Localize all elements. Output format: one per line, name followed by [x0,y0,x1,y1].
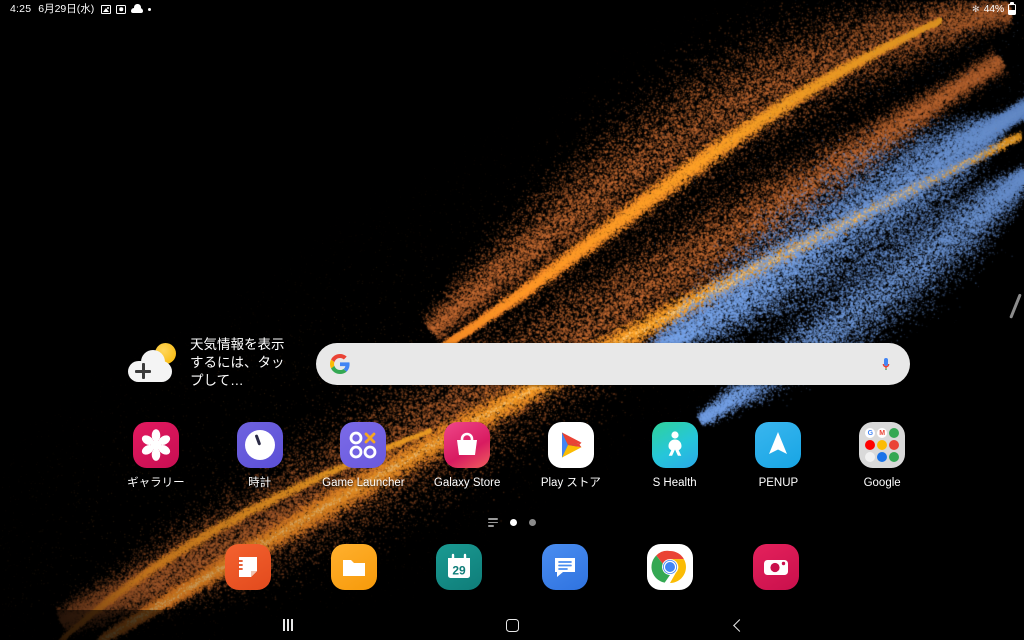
clock-hand [254,434,261,446]
google-icon: G [865,428,876,439]
calendar-day: 29 [453,564,467,578]
home-list-icon[interactable] [488,518,498,527]
app-google-folder[interactable]: G M Google [830,422,934,490]
play-store-icon [547,422,594,468]
penup-icon [755,422,802,468]
chrome-icon [647,544,694,590]
search-input[interactable] [362,356,878,372]
recents-icon[interactable] [258,610,318,640]
app-label: PENUP [758,477,799,489]
app-clock[interactable]: 時計 [208,422,312,490]
dock-item-messages[interactable] [539,544,591,590]
app-galaxy-store[interactable]: Galaxy Store [415,422,519,490]
folder-icon [330,544,377,590]
message-icon [541,544,588,590]
app-label: ギャラリー [127,477,185,489]
notes-icon [225,544,271,590]
status-date: 6月29日(水) [38,2,95,15]
weather-widget[interactable]: 天気情報を表示するには、タップして… [128,336,285,390]
app-label: 時計 [248,477,272,489]
calendar-icon: 29 [436,544,483,590]
clock-icon [236,422,283,468]
cloud-plus-sun-icon [128,342,178,384]
home-icon[interactable] [482,610,542,640]
camera-icon [752,544,799,590]
screenshot-icon [116,4,127,14]
page-dot-2[interactable] [529,519,536,526]
galaxy-store-icon [444,422,491,468]
cloud-icon [131,4,144,13]
battery-icon [1008,3,1016,15]
photo-icon [101,4,112,14]
photos-icon [888,451,900,462]
s-health-icon [651,422,698,468]
clock-face [244,430,275,460]
gmail-icon: M [876,428,888,439]
drive-icon [876,439,888,451]
dock: 29 [222,544,802,590]
plus-shape [135,363,151,379]
dock-item-samsung-notes[interactable] [222,544,274,590]
app-label: S Health [652,477,697,489]
google-folder-icon: G M [859,422,906,468]
app-gallery[interactable]: ギャラリー [104,422,208,490]
app-label: Google [863,477,901,489]
app-label: Play ストア [540,477,601,489]
back-icon[interactable] [708,610,768,640]
status-bar[interactable]: 4:25 6月29日(水) ✻ 44% [0,0,1024,18]
edge-panel-handle[interactable] [1009,285,1024,327]
google-search-bar[interactable] [316,343,910,385]
navigation-bar [0,610,1024,640]
meet-icon [876,451,888,462]
status-clock: 4:25 [10,2,32,15]
home-screen: 4:25 6月29日(水) ✻ 44% 天気情報を表示するには、タップして… ギ… [0,0,1024,640]
app-label: Galaxy Store [433,477,501,489]
battery-percent-label: 44% [983,2,1005,15]
app-s-health[interactable]: S Health [623,422,727,490]
weather-widget-text: 天気情報を表示するには、タップして… [190,337,285,388]
dock-item-chrome[interactable] [644,544,696,590]
page-indicator [0,518,1024,527]
youtube-icon [865,439,876,451]
bluetooth-icon: ✻ [972,3,980,14]
game-launcher-icon [340,422,387,468]
gallery-icon [132,422,179,468]
chrome-red-icon [888,439,900,451]
status-bar-left: 4:25 6月29日(水) [10,2,152,15]
maps-icon [888,428,900,439]
page-dot-1[interactable] [510,519,517,526]
keep-icon [865,451,876,462]
status-notification-icons [101,4,152,14]
google-g-icon [330,354,350,374]
dock-item-camera[interactable] [750,544,802,590]
dot-icon [148,7,152,11]
app-penup[interactable]: PENUP [727,422,831,490]
app-game-launcher[interactable]: Game Launcher [312,422,416,490]
microphone-icon[interactable] [878,354,894,374]
dock-item-calendar[interactable]: 29 [433,544,485,590]
status-bar-right: ✻ 44% [972,2,1016,15]
app-play-store[interactable]: Play ストア [519,422,623,490]
dock-item-my-files[interactable] [328,544,380,590]
app-grid: ギャラリー 時計 Game Launcher Galaxy Store Play… [104,422,934,490]
app-label: Game Launcher [322,477,405,489]
